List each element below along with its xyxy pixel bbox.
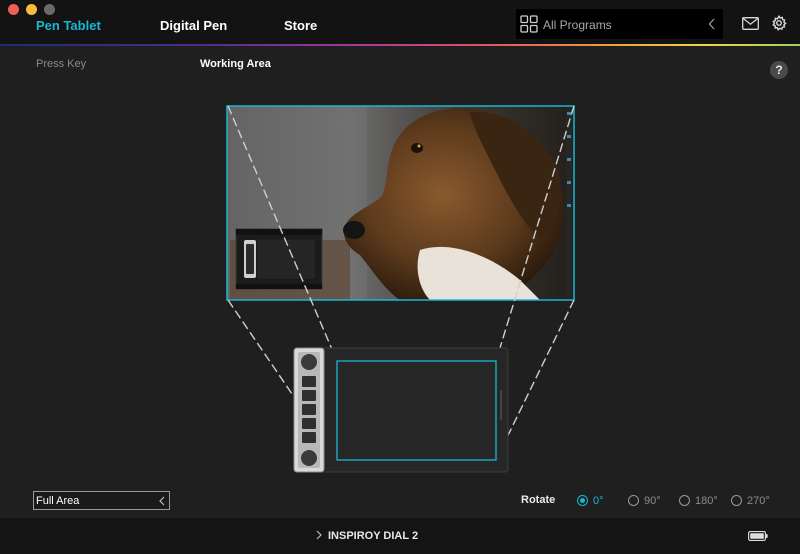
help-button[interactable]: ? xyxy=(770,61,788,79)
mail-icon[interactable] xyxy=(742,17,759,30)
dog-eye-image xyxy=(411,143,423,153)
rotate-90-option[interactable]: 90° xyxy=(628,494,661,507)
program-selector[interactable]: All Programs xyxy=(516,9,723,39)
radio-icon[interactable] xyxy=(731,495,742,506)
chevron-left-icon xyxy=(159,496,165,506)
tab-digital-pen[interactable]: Digital Pen xyxy=(160,18,227,33)
radio-selected-icon[interactable] xyxy=(577,495,588,506)
working-area-preview xyxy=(226,105,575,473)
grid-icon xyxy=(520,15,538,33)
gear-icon[interactable] xyxy=(771,15,787,31)
program-selector-label: All Programs xyxy=(543,18,612,32)
tab-press-key[interactable]: Press Key xyxy=(36,58,86,70)
app-window-thumbnail xyxy=(235,228,323,290)
chevron-left-icon[interactable] xyxy=(708,18,716,30)
radio-icon[interactable] xyxy=(628,495,639,506)
rotate-270-option[interactable]: 270° xyxy=(731,494,770,507)
rotate-180-label: 180° xyxy=(695,494,718,507)
area-dropdown-value: Full Area xyxy=(36,495,80,507)
accent-divider xyxy=(0,44,800,46)
close-window-button[interactable] xyxy=(8,4,19,15)
zoom-window-button[interactable] xyxy=(44,4,55,15)
radio-icon[interactable] xyxy=(679,495,690,506)
battery-icon xyxy=(748,531,768,541)
rotate-270-label: 270° xyxy=(747,494,770,507)
area-dropdown[interactable]: Full Area xyxy=(33,491,170,510)
device-name[interactable]: INSPIROY DIAL 2 xyxy=(328,530,418,542)
title-bar: Pen Tablet Digital Pen Store All Program… xyxy=(0,0,800,44)
rotate-90-label: 90° xyxy=(644,494,661,507)
tab-pen-tablet[interactable]: Pen Tablet xyxy=(36,18,101,33)
rotate-0-label: 0° xyxy=(593,494,604,507)
tablet-device-image xyxy=(293,347,509,473)
dog-nose-image xyxy=(343,221,365,239)
chevron-right-icon[interactable] xyxy=(316,530,322,540)
screen-area[interactable] xyxy=(226,105,575,301)
device-footer: INSPIROY DIAL 2 xyxy=(0,518,800,554)
rotate-label: Rotate xyxy=(521,494,556,506)
tab-store[interactable]: Store xyxy=(284,18,317,33)
minimize-window-button[interactable] xyxy=(26,4,37,15)
rotate-180-option[interactable]: 180° xyxy=(679,494,718,507)
rotate-0-option[interactable]: 0° xyxy=(577,494,604,507)
tab-working-area[interactable]: Working Area xyxy=(200,58,271,70)
